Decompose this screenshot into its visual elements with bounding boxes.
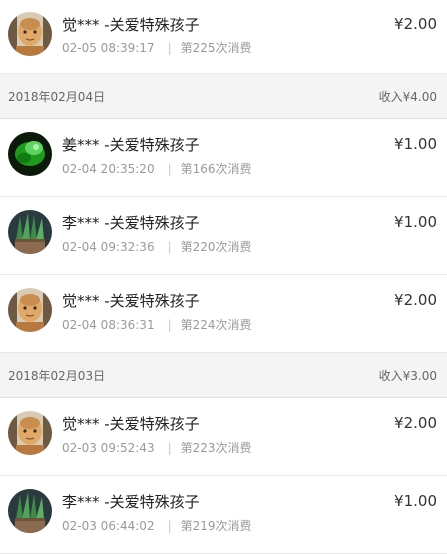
transaction-row[interactable]: 姜*** -关爱特殊孩子 02-04 20:35:20 | 第166次消费 ¥1.0…: [0, 119, 447, 197]
transaction-row[interactable]: 觉*** -关爱特殊孩子 02-03 09:52:43 | 第223次消费 ¥2.0…: [0, 398, 447, 476]
consume-count: 第223次消费: [180, 441, 252, 455]
monk-avatar: [8, 288, 52, 332]
monk-avatar: [8, 411, 52, 455]
group-date: 2018年02月04日: [8, 90, 106, 104]
transaction-list: 觉*** -关爱特殊孩子 02-05 08:39:17 | 第225次消费 ¥2.0…: [0, 0, 447, 554]
payer-name: 觉*** -关爱特殊孩子: [62, 415, 200, 433]
monk-avatar: [8, 12, 52, 56]
transaction-amount: ¥2.00: [394, 15, 437, 33]
payer-name: 姜*** -关爱特殊孩子: [62, 136, 200, 154]
transaction-meta: 02-04 20:35:20 | 第166次消费: [62, 160, 252, 177]
transaction-time: 02-04 09:32:36: [62, 240, 155, 254]
payer-name: 李*** -关爱特殊孩子: [62, 214, 200, 232]
divider: |: [167, 519, 172, 533]
transaction-time: 02-05 08:39:17: [62, 41, 155, 55]
transaction-amount: ¥1.00: [394, 135, 437, 153]
transaction-time: 02-04 20:35:20: [62, 162, 155, 176]
transaction-time: 02-03 09:52:43: [62, 441, 155, 455]
transaction-time: 02-04 08:36:31: [62, 318, 155, 332]
consume-count: 第224次消费: [180, 318, 252, 332]
payer-name: 觉*** -关爱特殊孩子: [62, 292, 200, 310]
divider: |: [167, 441, 172, 455]
transaction-amount: ¥2.00: [394, 414, 437, 432]
date-header: 2018年02月03日 收入¥3.00: [0, 353, 447, 398]
date-header: 2018年02月04日 收入¥4.00: [0, 74, 447, 119]
divider: |: [167, 318, 172, 332]
consume-count: 第225次消费: [180, 41, 252, 55]
payer-name: 觉*** -关爱特殊孩子: [62, 16, 200, 34]
payer-name: 李*** -关爱特殊孩子: [62, 493, 200, 511]
divider: |: [167, 240, 172, 254]
transaction-row[interactable]: 李*** -关爱特殊孩子 02-03 06:44:02 | 第219次消费 ¥1.0…: [0, 476, 447, 554]
transaction-amount: ¥1.00: [394, 213, 437, 231]
transaction-meta: 02-03 09:52:43 | 第223次消费: [62, 439, 252, 456]
green-plant-avatar: [8, 132, 52, 176]
transaction-row[interactable]: 觉*** -关爱特殊孩子 02-05 08:39:17 | 第225次消费 ¥2.0…: [0, 0, 447, 74]
transaction-time: 02-03 06:44:02: [62, 519, 155, 533]
plant-pot-avatar: [8, 489, 52, 533]
transaction-meta: 02-04 09:32:36 | 第220次消费: [62, 238, 252, 255]
transaction-meta: 02-05 08:39:17 | 第225次消费: [62, 39, 252, 56]
transaction-amount: ¥1.00: [394, 492, 437, 510]
consume-count: 第220次消费: [180, 240, 252, 254]
consume-count: 第219次消费: [180, 519, 252, 533]
transaction-meta: 02-04 08:36:31 | 第224次消费: [62, 316, 252, 333]
transaction-amount: ¥2.00: [394, 291, 437, 309]
consume-count: 第166次消费: [180, 162, 252, 176]
transaction-row[interactable]: 觉*** -关爱特殊孩子 02-04 08:36:31 | 第224次消费 ¥2.0…: [0, 275, 447, 353]
plant-pot-avatar: [8, 210, 52, 254]
divider: |: [167, 41, 172, 55]
divider: |: [167, 162, 172, 176]
transaction-row[interactable]: 李*** -关爱特殊孩子 02-04 09:32:36 | 第220次消费 ¥1.0…: [0, 197, 447, 275]
group-date: 2018年02月03日: [8, 369, 106, 383]
group-income: 收入¥4.00: [378, 90, 437, 104]
group-income: 收入¥3.00: [378, 369, 437, 383]
transaction-meta: 02-03 06:44:02 | 第219次消费: [62, 517, 252, 534]
